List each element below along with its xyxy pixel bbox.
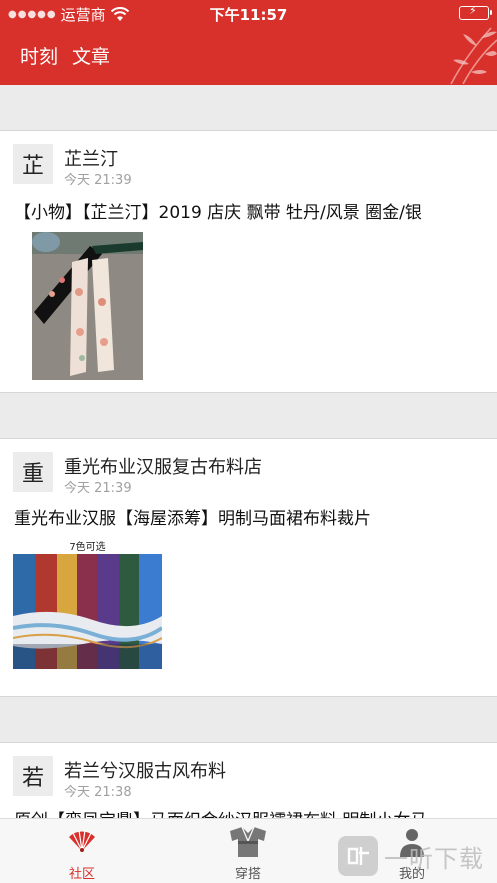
post-time: 今天 21:39 [64, 481, 132, 496]
fabric-photo [13, 554, 162, 669]
avatar[interactable]: 芷 [13, 144, 53, 184]
post-card[interactable]: 芷 芷兰汀 今天 21:39 【小物】【芷兰汀】2019 店庆 飘带 牡丹/风景… [0, 131, 497, 393]
shop-name[interactable]: 重光布业汉服复古布料店 [64, 453, 262, 479]
tab-articles[interactable]: 文章 [72, 42, 110, 69]
ribbon-photo [32, 232, 143, 380]
post-time: 今天 21:39 [64, 173, 132, 188]
fan-icon [69, 829, 95, 852]
tab-outfits[interactable]: 穿搭 [188, 819, 308, 883]
shop-name[interactable]: 若兰兮汉服古风布料 [64, 757, 226, 783]
watermark: 一听下载 [338, 836, 484, 876]
feed-spacer [0, 85, 497, 131]
app-header: ●●●●● 运营商 下午11:57 ⚡ 时刻 文章 [0, 0, 497, 85]
status-time: 下午11:57 [209, 6, 288, 24]
post-card[interactable]: 重 重光布业汉服复古布料店 今天 21:39 重光布业汉服【海屋添筹】明制马面裙… [0, 439, 497, 697]
tab-label: 社区 [68, 867, 95, 882]
post-time: 今天 21:38 [64, 785, 132, 800]
post-image[interactable]: 7色可选 [13, 536, 162, 669]
hanfu-icon [230, 827, 266, 857]
post-title[interactable]: 【小物】【芷兰汀】2019 店庆 飘带 牡丹/风景 圈金/银 [14, 198, 494, 223]
bamboo-decoration-icon [450, 27, 497, 84]
watermark-text: 一听下载 [384, 844, 484, 873]
avatar[interactable]: 重 [13, 452, 53, 492]
status-bar: ●●●●● 运营商 下午11:57 ⚡ [0, 0, 497, 28]
avatar[interactable]: 若 [13, 756, 53, 796]
feed-spacer [0, 697, 497, 743]
tab-moments[interactable]: 时刻 [20, 42, 58, 69]
post-title[interactable]: 重光布业汉服【海屋添筹】明制马面裙布料裁片 [14, 504, 494, 529]
battery-icon: ⚡ [459, 4, 492, 20]
top-nav: 时刻 文章 [20, 42, 110, 69]
watermark-logo-icon [338, 836, 378, 876]
shop-name[interactable]: 芷兰汀 [64, 145, 118, 171]
post-image[interactable] [32, 232, 143, 380]
tab-label: 穿搭 [234, 867, 261, 882]
tab-community[interactable]: 社区 [22, 819, 142, 883]
image-caption: 7色可选 [69, 542, 106, 553]
feed-spacer [0, 393, 497, 439]
